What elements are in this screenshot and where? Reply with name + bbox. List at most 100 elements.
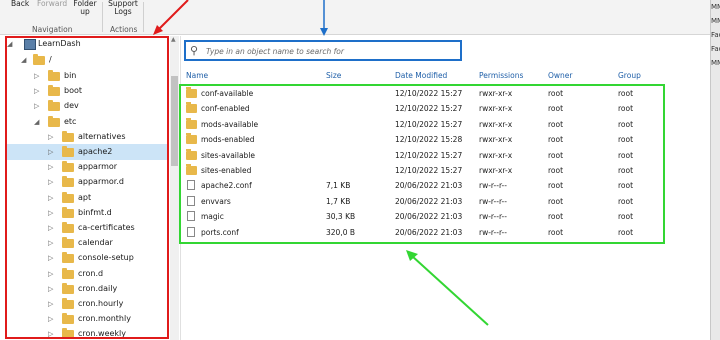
cell-size: 7,1 KB [326,181,351,191]
expand-arrow-icon[interactable]: ▷ [34,98,39,114]
cell-group: root [618,166,634,175]
tree-item-cron-daily[interactable]: ▷ cron.daily [6,281,169,297]
green-arrow-icon [411,255,489,326]
folder-up-button[interactable]: Folder up [72,0,98,16]
tree-label: cron.monthly [78,314,131,324]
expand-arrow-icon[interactable]: ▷ [48,144,53,160]
expand-arrow-icon[interactable]: ▷ [34,68,39,84]
expand-arrow-icon[interactable]: ▷ [48,129,53,145]
tree-item-root[interactable]: ◢ LearnDash [6,36,169,52]
folder-icon [62,161,74,173]
expand-arrow-icon[interactable]: ▷ [48,281,53,297]
file-row[interactable]: envvars 1,7 KB 20/06/2022 21:03 rw-r--r-- ro… [184,194,664,209]
collapse-arrow-icon[interactable]: ◢ [34,114,39,130]
cell-group: root [618,212,634,222]
column-header-size[interactable]: Size [326,71,341,80]
column-header-owner[interactable]: Owner [548,71,573,80]
cell-perm: rwxr-xr-x [479,119,513,129]
tree-item-binfmt-d[interactable]: ▷ binfmt.d [6,205,169,221]
file-row[interactable]: magic 30,3 KB 20/06/2022 21:03 rw-r--r-- roo… [184,209,664,224]
cell-perm: rw-r--r-- [479,212,507,222]
file-row[interactable]: sites-enabled 12/10/2022 15:27 rwxr-xr-x ro… [184,163,664,178]
search-input[interactable] [204,44,458,59]
cell-name: sites-enabled [201,166,252,175]
cell-owner: root [548,89,564,98]
tree-item-cron-d[interactable]: ▷ cron.d [6,266,169,282]
expand-arrow-icon[interactable]: ▷ [34,83,39,99]
expand-arrow-icon[interactable]: ▷ [48,296,53,312]
tree-label: alternatives [78,131,126,141]
scroll-up-icon[interactable]: ▲ [171,36,176,43]
cell-name: sites-available [201,150,256,160]
tree-label: dev [64,101,79,111]
folder-icon [186,87,197,98]
folder-icon [62,282,74,294]
expand-arrow-icon[interactable]: ▷ [48,220,53,236]
tree-item-apt[interactable]: ▷ apt [6,190,169,206]
folder-icon [62,130,74,142]
file-icon [187,211,195,222]
tree-item-cron-monthly[interactable]: ▷ cron.monthly [6,311,169,327]
cell-group: root [618,227,634,237]
folder-icon [62,146,74,157]
file-row[interactable]: apache2.conf 7,1 KB 20/06/2022 21:03 rw-r--… [184,178,664,193]
pane-divider[interactable] [180,36,181,340]
folder-icon [48,70,60,81]
expand-arrow-icon[interactable]: ◢ [7,36,12,52]
tree-label: binfmt.d [78,207,112,217]
column-header-name[interactable]: Name [186,71,208,80]
expand-arrow-icon[interactable]: ▷ [48,174,53,190]
cell-owner: root [548,150,564,160]
expand-arrow-icon[interactable]: ▷ [48,190,53,206]
cell-owner: root [548,119,564,129]
tree-item-cron-hourly[interactable]: ▷ cron.hourly [6,296,169,312]
file-row[interactable]: sites-available 12/10/2022 15:27 rwxr-xr-x… [184,148,664,163]
tree-item-cron-weekly[interactable]: ▷ cron.weekly [6,326,169,340]
tree-item-apparmor[interactable]: ▷ apparmor [6,159,169,175]
server-icon [24,39,36,50]
cell-date: 12/10/2022 15:27 [395,89,463,98]
file-row[interactable]: conf-available 12/10/2022 15:27 rwxr-xr-x r… [184,86,664,101]
tree-label: cron.daily [78,283,118,293]
file-row[interactable]: conf-enabled 12/10/2022 15:27 rwxr-xr-x roo… [184,101,664,116]
file-icon [187,180,195,191]
tree-scrollbar[interactable]: ▲ [170,36,179,340]
column-header-permissions[interactable]: Permissions [479,71,523,80]
tree-item-dev[interactable]: ▷ dev [6,98,169,114]
column-header-date[interactable]: Date Modified [395,71,447,80]
tree-item-calendar[interactable]: ▷ calendar [6,235,169,251]
expand-arrow-icon[interactable]: ▷ [48,235,53,251]
column-header-group[interactable]: Group [618,71,641,80]
tree-label: bin [64,71,77,80]
scroll-thumb[interactable] [171,76,178,166]
file-row[interactable]: mods-enabled 12/10/2022 15:28 rwxr-xr-x roo… [184,132,664,147]
cell-perm: rw-r--r-- [479,196,507,206]
tree-item-slash[interactable]: ◢ / [6,52,169,68]
file-row[interactable]: ports.conf 320,0 B 20/06/2022 21:03 rw-r--r… [184,225,664,240]
tree-item-bin[interactable]: ▷ bin [6,68,169,84]
cell-perm: rwxr-xr-x [479,150,513,160]
tree-item-boot[interactable]: ▷ boot [6,83,169,99]
search-box[interactable]: ⚲ [184,40,462,61]
file-row[interactable]: mods-available 12/10/2022 15:27 rwxr-xr-x r… [184,117,664,132]
expand-arrow-icon[interactable]: ▷ [48,266,53,282]
back-button[interactable]: Back [11,0,29,8]
strip-text: Fac [711,31,720,39]
tree-item-apache2[interactable]: ▷ apache2 [6,144,169,160]
expand-arrow-icon[interactable]: ▷ [48,205,53,221]
tree-item-ca-certificates[interactable]: ▷ ca-certificates [6,220,169,236]
expand-arrow-icon[interactable]: ◢ [21,52,26,68]
support-logs-button[interactable]: Support Logs [108,0,138,16]
expand-arrow-icon[interactable]: ▷ [48,311,53,327]
folder-icon [48,115,60,127]
cell-date: 12/10/2022 15:27 [395,104,463,114]
tree-item-etc[interactable]: ◢ etc [6,114,169,130]
forward-button[interactable]: Forward [37,0,67,8]
cell-owner: root [548,135,564,145]
tree-item-console-setup[interactable]: ▷ console-setup [6,250,169,266]
expand-arrow-icon[interactable]: ▷ [48,159,53,175]
tree-item-apparmor-d[interactable]: ▷ apparmor.d [6,174,169,190]
expand-arrow-icon[interactable]: ▷ [48,326,53,340]
tree-item-alternatives[interactable]: ▷ alternatives [6,129,169,145]
expand-arrow-icon[interactable]: ▷ [48,250,53,266]
